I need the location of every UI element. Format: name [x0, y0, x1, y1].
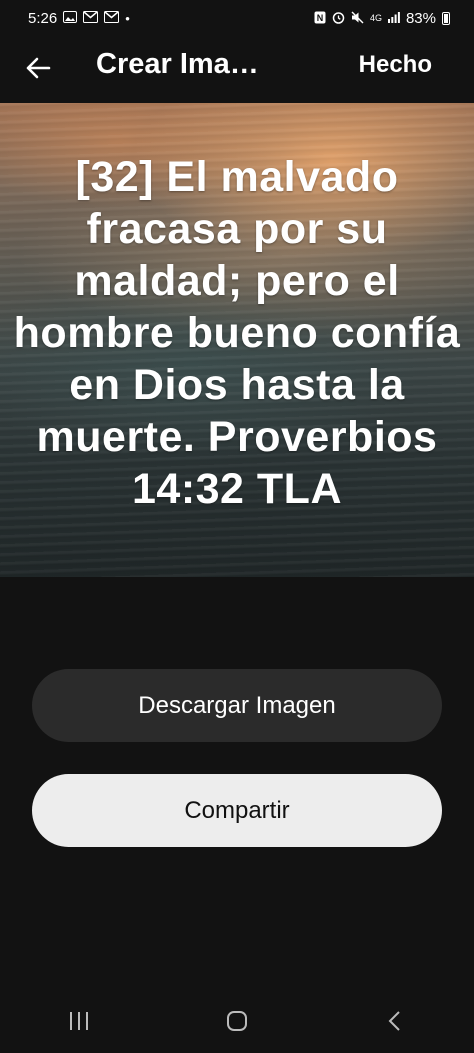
share-button[interactable]: Compartir [32, 774, 442, 847]
done-button[interactable]: Hecho [359, 51, 432, 79]
system-nav-bar [0, 989, 474, 1053]
gmail-icon [104, 11, 120, 25]
verse-text: [32] El malvado fracasa por su maldad; p… [13, 153, 461, 513]
mute-icon [351, 11, 364, 26]
alarm-icon [332, 11, 345, 26]
status-left: 5:26 • [28, 10, 130, 27]
dot-icon: • [125, 10, 130, 26]
home-button[interactable] [207, 1001, 267, 1041]
chevron-left-icon [388, 1011, 400, 1031]
battery-icon [442, 11, 450, 25]
status-time: 5:26 [28, 9, 58, 27]
nfc-icon: N [314, 11, 326, 26]
arrow-left-icon [26, 57, 51, 79]
home-icon [227, 1011, 247, 1031]
app-bar: Crear Ima… Hecho [0, 36, 474, 102]
network-label: 4G [369, 12, 382, 23]
back-nav-button[interactable] [365, 1001, 425, 1041]
signal-icon [387, 11, 400, 25]
svg-text:N: N [317, 13, 324, 23]
back-button[interactable] [22, 52, 54, 84]
status-bar: 5:26 • N 4G 83% [0, 0, 474, 36]
recent-apps-button[interactable] [49, 1001, 109, 1041]
page-title: Crear Ima… [96, 48, 259, 80]
verse-image: [32] El malvado fracasa por su maldad; p… [0, 103, 474, 577]
download-image-button[interactable]: Descargar Imagen [32, 669, 442, 742]
battery-percentage: 83% [405, 9, 436, 27]
image-icon [63, 11, 78, 25]
recent-apps-icon [70, 1012, 88, 1030]
status-right: N 4G 83% [314, 10, 450, 27]
gmail-icon [83, 11, 99, 25]
